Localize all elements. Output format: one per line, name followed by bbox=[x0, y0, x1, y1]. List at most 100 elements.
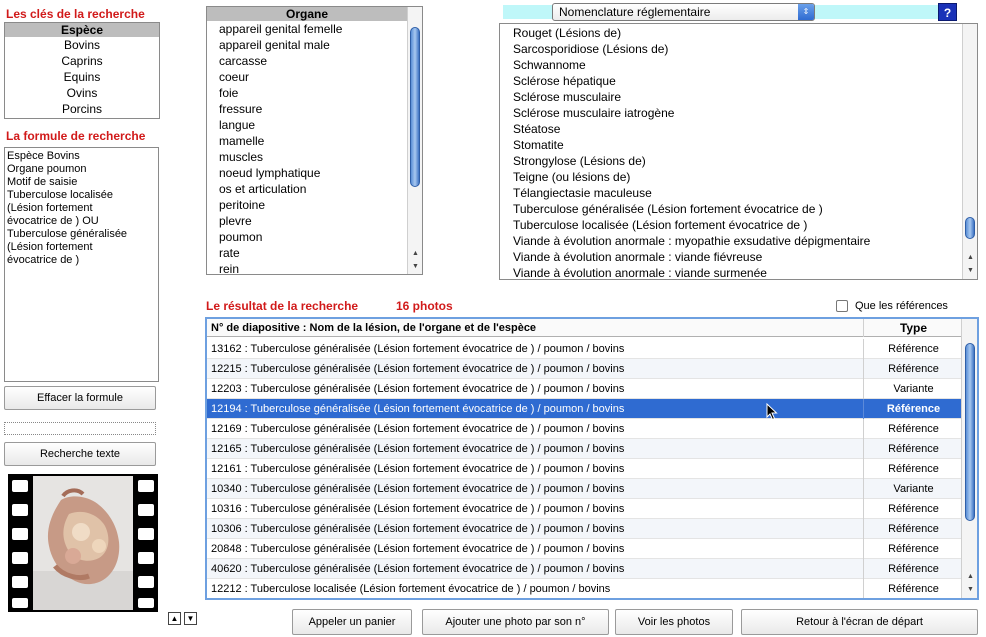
organ-item[interactable]: fressure bbox=[207, 101, 407, 117]
table-row[interactable]: 10316 : Tuberculose généralisée (Lésion … bbox=[207, 499, 963, 519]
table-row[interactable]: 12161 : Tuberculose généralisée (Lésion … bbox=[207, 459, 963, 479]
nomenclature-scrollbar[interactable]: ▲ ▼ bbox=[962, 24, 977, 279]
nomenclature-select[interactable]: Nomenclature réglementaire ⇕ bbox=[552, 3, 815, 21]
species-item[interactable]: Ovins bbox=[5, 85, 159, 101]
row-description: 13162 : Tuberculose généralisée (Lésion … bbox=[211, 343, 625, 355]
nomenclature-item[interactable]: Viande à évolution anormale : viande fié… bbox=[500, 249, 962, 265]
organ-item[interactable]: noeud lymphatique bbox=[207, 165, 407, 181]
species-item[interactable]: Bovins bbox=[5, 37, 159, 53]
dropdown-arrows-icon: ⇕ bbox=[798, 4, 814, 20]
nomenclature-item[interactable]: Rouget (Lésions de) bbox=[500, 25, 962, 41]
row-type: Référence bbox=[863, 339, 963, 359]
organ-item[interactable]: rein bbox=[207, 261, 407, 277]
table-row[interactable]: 12212 : Tuberculose localisée (Lésion fo… bbox=[207, 579, 963, 598]
row-description: 12169 : Tuberculose généralisée (Lésion … bbox=[211, 423, 625, 435]
result-count: 16 photos bbox=[396, 299, 453, 313]
nomenclature-scroll-thumb[interactable] bbox=[965, 217, 975, 239]
species-item[interactable]: Equins bbox=[5, 69, 159, 85]
scroll-up-icon[interactable]: ▲ bbox=[963, 571, 977, 583]
nomenclature-item[interactable]: Strongylose (Lésions de) bbox=[500, 153, 962, 169]
organ-scrollbar[interactable]: ▲ ▼ bbox=[407, 7, 422, 274]
row-description: 10306 : Tuberculose généralisée (Lésion … bbox=[211, 523, 625, 535]
nomenclature-item[interactable]: Viande à évolution anormale : viande sur… bbox=[500, 265, 962, 281]
row-description: 10316 : Tuberculose généralisée (Lésion … bbox=[211, 503, 625, 515]
help-button[interactable]: ? bbox=[938, 3, 957, 21]
row-description: 12203 : Tuberculose généralisée (Lésion … bbox=[211, 383, 625, 395]
table-row[interactable]: 20848 : Tuberculose généralisée (Lésion … bbox=[207, 539, 963, 559]
only-references-checkbox[interactable] bbox=[836, 300, 848, 312]
result-table[interactable]: N° de diapositive : Nom de la lésion, de… bbox=[205, 317, 979, 600]
nomenclature-item[interactable]: Tuberculose généralisée (Lésion fortemen… bbox=[500, 201, 962, 217]
nomenclature-item[interactable]: Sarcosporidiose (Lésions de) bbox=[500, 41, 962, 57]
column-type-header: Type bbox=[863, 319, 963, 337]
organ-item[interactable]: poumon bbox=[207, 229, 407, 245]
result-table-header: N° de diapositive : Nom de la lésion, de… bbox=[207, 319, 963, 337]
call-basket-button[interactable]: Appeler un panier bbox=[292, 609, 412, 635]
nomenclature-item[interactable]: Tuberculose localisée (Lésion fortement … bbox=[500, 217, 962, 233]
photo-thumbnail[interactable] bbox=[8, 474, 158, 612]
nomenclature-item[interactable]: Stomatite bbox=[500, 137, 962, 153]
table-row[interactable]: 12194 : Tuberculose généralisée (Lésion … bbox=[207, 399, 963, 419]
organ-item[interactable]: muscles bbox=[207, 149, 407, 165]
prev-photo-arrow-icon[interactable]: ▲ bbox=[168, 612, 181, 625]
lesion-photo bbox=[33, 476, 133, 610]
row-type: Référence bbox=[863, 399, 963, 419]
nomenclature-item[interactable]: Sclérose musculaire iatrogène bbox=[500, 105, 962, 121]
nomenclature-item[interactable]: Sclérose musculaire bbox=[500, 89, 962, 105]
organ-item[interactable]: peritoine bbox=[207, 197, 407, 213]
nomenclature-list[interactable]: Rouget (Lésions de) Sarcosporidiose (Lési… bbox=[499, 23, 978, 280]
scroll-down-icon[interactable]: ▼ bbox=[963, 265, 978, 277]
organ-scroll-thumb[interactable] bbox=[410, 27, 420, 187]
organ-item[interactable]: foie bbox=[207, 85, 407, 101]
result-scrollbar[interactable]: ▲ ▼ bbox=[961, 319, 977, 598]
organ-item[interactable]: os et articulation bbox=[207, 181, 407, 197]
nomenclature-selected: Nomenclature réglementaire bbox=[559, 5, 711, 19]
species-item[interactable]: Caprins bbox=[5, 53, 159, 69]
nomenclature-item[interactable]: Sclérose hépatique bbox=[500, 73, 962, 89]
organ-list[interactable]: Organe appareil genital femelle appareil … bbox=[206, 6, 423, 277]
row-type: Référence bbox=[863, 539, 963, 559]
table-row[interactable]: 12203 : Tuberculose généralisée (Lésion … bbox=[207, 379, 963, 399]
organ-header: Organe bbox=[207, 7, 407, 21]
species-item[interactable]: Porcins bbox=[5, 101, 159, 117]
organ-item[interactable]: rate bbox=[207, 245, 407, 261]
nomenclature-item[interactable]: Viande à évolution anormale : myopathie … bbox=[500, 233, 962, 249]
organ-item[interactable]: plevre bbox=[207, 213, 407, 229]
organ-item[interactable]: mamelle bbox=[207, 133, 407, 149]
table-row[interactable]: 10340 : Tuberculose généralisée (Lésion … bbox=[207, 479, 963, 499]
table-row[interactable]: 12169 : Tuberculose généralisée (Lésion … bbox=[207, 419, 963, 439]
next-photo-arrow-icon[interactable]: ▼ bbox=[184, 612, 197, 625]
nomenclature-item[interactable]: Télangiectasie maculeuse bbox=[500, 185, 962, 201]
row-type: Référence bbox=[863, 419, 963, 439]
table-row[interactable]: 10306 : Tuberculose généralisée (Lésion … bbox=[207, 519, 963, 539]
nomenclature-item[interactable]: Teigne (ou lésions de) bbox=[500, 169, 962, 185]
nomenclature-item[interactable]: Stéatose bbox=[500, 121, 962, 137]
text-search-button[interactable]: Recherche texte bbox=[4, 442, 156, 466]
clear-formula-button[interactable]: Effacer la formule bbox=[4, 386, 156, 410]
scroll-down-icon[interactable]: ▼ bbox=[963, 584, 977, 596]
table-row[interactable]: 13162 : Tuberculose généralisée (Lésion … bbox=[207, 339, 963, 359]
table-row[interactable]: 40620 : Tuberculose généralisée (Lésion … bbox=[207, 559, 963, 579]
table-row[interactable]: 12215 : Tuberculose généralisée (Lésion … bbox=[207, 359, 963, 379]
organ-item[interactable]: appareil genital femelle bbox=[207, 21, 407, 37]
organ-item[interactable]: appareil genital male bbox=[207, 37, 407, 53]
species-header: Espèce bbox=[5, 23, 159, 37]
scroll-up-icon[interactable]: ▲ bbox=[963, 252, 978, 264]
row-description: 40620 : Tuberculose généralisée (Lésion … bbox=[211, 563, 625, 575]
view-photos-button[interactable]: Voir les photos bbox=[615, 609, 733, 635]
organ-item[interactable]: carcasse bbox=[207, 53, 407, 69]
species-list[interactable]: Espèce Bovins Caprins Equins Ovins Porci… bbox=[4, 22, 160, 119]
scroll-down-icon[interactable]: ▼ bbox=[408, 261, 423, 273]
nomenclature-item[interactable]: Schwannome bbox=[500, 57, 962, 73]
table-row[interactable]: 12165 : Tuberculose généralisée (Lésion … bbox=[207, 439, 963, 459]
add-photo-button[interactable]: Ajouter une photo par son n° bbox=[422, 609, 609, 635]
scroll-up-icon[interactable]: ▲ bbox=[408, 248, 423, 260]
organ-item[interactable]: coeur bbox=[207, 69, 407, 85]
formula-textarea[interactable]: Espèce Bovins Organe poumon Motif de sai… bbox=[4, 147, 159, 382]
result-scroll-thumb[interactable] bbox=[965, 343, 975, 521]
organ-item[interactable]: langue bbox=[207, 117, 407, 133]
back-home-button[interactable]: Retour à l'écran de départ bbox=[741, 609, 978, 635]
row-type: Référence bbox=[863, 439, 963, 459]
row-type: Variante bbox=[863, 379, 963, 399]
row-type: Référence bbox=[863, 359, 963, 379]
